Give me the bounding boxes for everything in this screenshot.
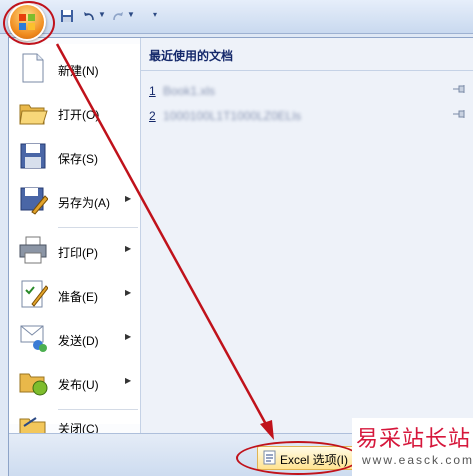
watermark-url: www.easck.com	[362, 453, 473, 467]
annotation-circle-office-button	[3, 1, 55, 45]
annotation-circle-options	[236, 441, 360, 475]
watermark-text: 易采站长站	[356, 427, 472, 452]
annotation-arrow	[55, 43, 274, 440]
watermark: 易采站长站 www.easck.com	[352, 418, 473, 476]
